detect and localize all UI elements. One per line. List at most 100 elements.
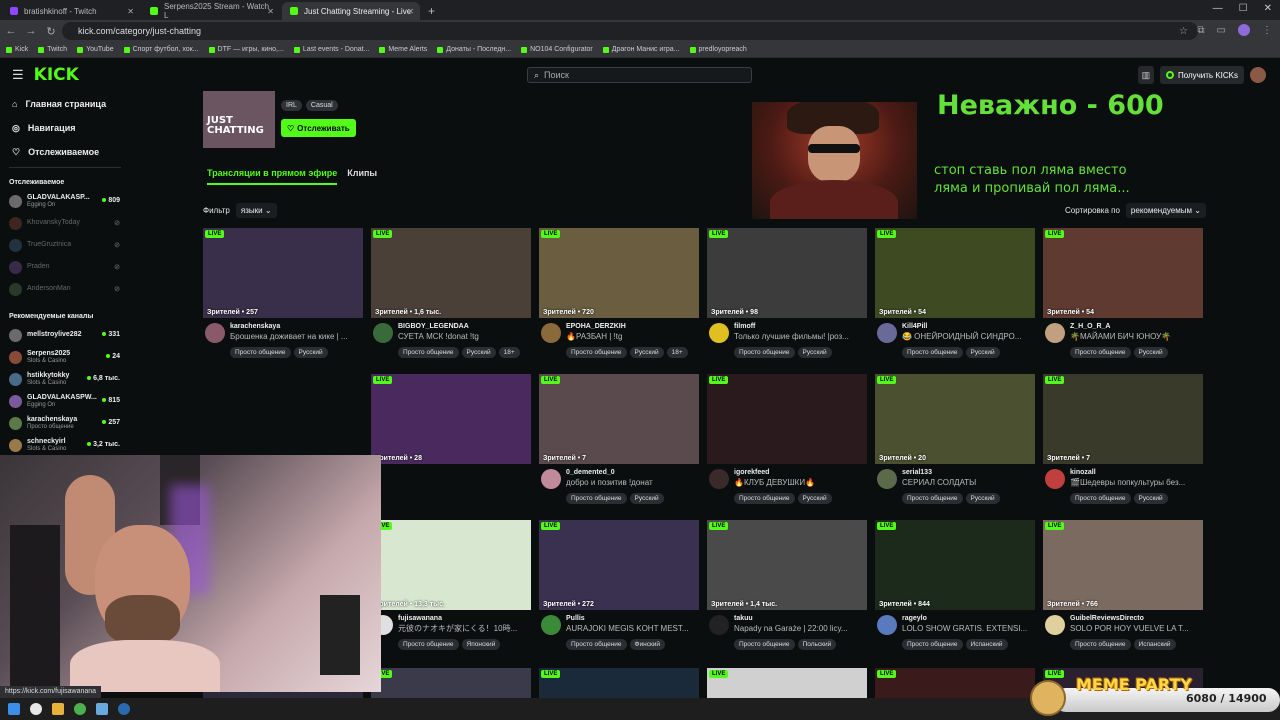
tag-chip[interactable]: Просто общение xyxy=(734,639,795,650)
stream-thumbnail[interactable]: LIVE Зрителей • 766 xyxy=(1043,520,1203,610)
stream-thumbnail[interactable]: LIVE Зрителей • 54 xyxy=(1043,228,1203,318)
stream-title[interactable]: Только лучшие фильмы! |роз... xyxy=(734,331,867,342)
tag-chip[interactable]: Просто общение xyxy=(566,639,627,650)
streamer-name[interactable]: rageylo xyxy=(902,614,1035,623)
close-window-icon[interactable]: ✕ xyxy=(1264,3,1272,14)
tag-chip[interactable]: Просто общение xyxy=(902,347,963,358)
sidebar-channel[interactable]: karachenskaya Просто общение 257 xyxy=(0,412,130,434)
stream-card[interactable]: LIVE Зрителей • 28 xyxy=(371,374,531,464)
tag-chip[interactable]: Финский xyxy=(629,639,666,650)
stream-title[interactable]: 🔥КЛУБ ДЕВУШКИ🔥 xyxy=(734,477,867,488)
avatar[interactable] xyxy=(373,323,393,343)
stream-title[interactable]: SOLO POR HOY VUELVE LA T... xyxy=(1070,623,1203,634)
stream-thumbnail[interactable]: LIVE Зрителей • 13,3 тыс. xyxy=(371,520,531,610)
menu-dots-icon[interactable]: ⋮ xyxy=(1262,25,1272,36)
stream-card[interactable]: LIVE Зрителей • 54 Z_H_O_R_A 🌴МАЙАМИ БИЧ ЮН… xyxy=(1043,228,1203,358)
tag-chip[interactable]: Русский xyxy=(461,347,496,358)
tag-chip[interactable]: Русский xyxy=(1133,347,1168,358)
streamer-name[interactable]: GuibelReviewsDirecto xyxy=(1070,614,1203,623)
tag-chip[interactable]: Русский xyxy=(797,493,832,504)
avatar[interactable] xyxy=(1045,469,1065,489)
profile-avatar[interactable] xyxy=(1238,24,1250,36)
stream-title[interactable]: 😂 ОНЕЙРОИДНЫЙ СИНДРО... xyxy=(902,331,1035,342)
bookmark-item[interactable]: Спорт футбол, хок... xyxy=(123,46,199,53)
tag-chip[interactable]: Русский xyxy=(1133,493,1168,504)
notepad-icon[interactable] xyxy=(96,703,108,715)
kick-logo[interactable]: KICK xyxy=(34,65,79,85)
avatar[interactable] xyxy=(541,469,561,489)
streamer-name[interactable]: kinozall xyxy=(1070,468,1203,477)
stream-title[interactable]: LOLO SHOW GRATIS. EXTENSI... xyxy=(902,623,1035,634)
tag-chip[interactable]: Испанский xyxy=(1133,639,1176,650)
tag-chip[interactable]: 18+ xyxy=(666,347,688,358)
stream-thumbnail[interactable]: LIVE xyxy=(875,668,1035,698)
stream-thumbnail[interactable]: LIVE Зрителей • 1,4 тыс. xyxy=(707,520,867,610)
tag-chip[interactable]: Просто общение xyxy=(734,493,795,504)
bookmark-item[interactable]: YouTube xyxy=(77,46,114,53)
sidebar-item-home[interactable]: ⌂ Главная страница xyxy=(0,92,130,116)
stream-card[interactable]: LIVE Зрителей • 7 kinozall 🎬Шедевры попкуль… xyxy=(1043,374,1203,504)
yandex-browser-icon[interactable] xyxy=(30,703,42,715)
steam-icon[interactable] xyxy=(118,703,130,715)
user-avatar[interactable] xyxy=(1250,67,1266,83)
stream-card[interactable]: LIVE Зрителей • 54 Kill4Pill 😂 ОНЕЙРОИДНЫЙ … xyxy=(875,228,1035,358)
streamer-dashboard-icon[interactable]: ▥ xyxy=(1137,66,1154,84)
stream-thumbnail[interactable]: LIVE Зрителей • 28 xyxy=(371,374,531,464)
tag-chip[interactable]: Русский xyxy=(965,493,1000,504)
avatar[interactable] xyxy=(709,323,729,343)
sidebar-channel[interactable]: hstikkytokky Slots & Casino 6,8 тыс. xyxy=(0,368,130,390)
streamer-name[interactable]: BIGBOY_LEGENDAA xyxy=(398,322,531,331)
url-field[interactable]: kick.com/category/just-chatting ☆ xyxy=(62,22,1198,40)
tag-chip[interactable]: Просто общение xyxy=(734,347,795,358)
avatar[interactable] xyxy=(877,469,897,489)
streamer-name[interactable]: fujisawanana xyxy=(398,614,531,623)
streamer-name[interactable]: ЕРОНА_DERZKIH xyxy=(566,322,699,331)
tag-chip[interactable]: Просто общение xyxy=(398,347,459,358)
stream-thumbnail[interactable]: LIVE xyxy=(707,374,867,464)
streamer-name[interactable]: Pullis xyxy=(566,614,699,623)
streamer-name[interactable]: karachenskaya xyxy=(230,322,363,331)
stream-card[interactable]: LIVE Зрителей • 13,3 тыс. fujisawanana 元彼のナ… xyxy=(371,520,531,650)
sidebar-channel[interactable]: mellstroylive282 331 xyxy=(0,324,130,346)
close-icon[interactable]: ✕ xyxy=(127,7,134,16)
bookmark-item[interactable]: Meme Alerts xyxy=(379,46,427,53)
tag-chip[interactable]: Русский xyxy=(629,493,664,504)
stream-card[interactable]: LIVE Зрителей • 257 karachenskaya Брошенка … xyxy=(203,228,363,358)
sidebar-channel[interactable]: schneckyirl Slots & Casino 3,2 тыс. xyxy=(0,434,130,456)
bookmark-item[interactable]: Донаты - Последн... xyxy=(437,46,511,53)
stream-thumbnail[interactable]: LIVE Зрителей • 7 xyxy=(1043,374,1203,464)
tab-live-streams[interactable]: Трансляции в прямом эфире xyxy=(207,168,338,185)
stream-title[interactable]: Брошенка доживает на кике | ... xyxy=(230,331,363,342)
browser-tab-twitch[interactable]: bratishkinoff - Twitch ✕ xyxy=(2,2,140,20)
streamer-name[interactable]: serial133 xyxy=(902,468,1035,477)
tag-chip[interactable]: Испанский xyxy=(965,639,1008,650)
tag-chip[interactable]: Casual xyxy=(305,100,338,111)
stream-card[interactable]: LIVE Зрителей • 7 0_demented_0 добро и пози… xyxy=(539,374,699,504)
stream-title[interactable]: 🎬Шедевры попкультуры без... xyxy=(1070,477,1203,488)
tag-chip[interactable]: Русский xyxy=(965,347,1000,358)
sidepanel-icon[interactable]: ▭ xyxy=(1217,25,1226,36)
stream-thumbnail[interactable]: LIVE Зрителей • 98 xyxy=(707,228,867,318)
streamer-name[interactable]: takuu xyxy=(734,614,867,623)
get-kicks-button[interactable]: Получить KICKs xyxy=(1159,66,1244,84)
close-icon[interactable]: ✕ xyxy=(267,7,274,16)
sidebar-item-browse[interactable]: ◎ Навигация xyxy=(0,116,130,140)
sidebar-channel[interactable]: GLADVALAKASP... Egging On 809 xyxy=(0,190,130,212)
browser-tab-serpens[interactable]: Serpens2025 Stream - Watch L ✕ xyxy=(142,2,280,20)
streamer-name[interactable]: Z_H_O_R_A xyxy=(1070,322,1203,331)
bookmark-star-icon[interactable]: ☆ xyxy=(1179,26,1188,37)
avatar[interactable] xyxy=(541,323,561,343)
tag-chip[interactable]: Русский xyxy=(629,347,664,358)
tag-chip[interactable]: Просто общение xyxy=(1070,347,1131,358)
stream-thumbnail[interactable]: LIVE Зрителей • 844 xyxy=(875,520,1035,610)
stream-card[interactable]: LIVE Зрителей • 98 filmoff Только лучшие фи… xyxy=(707,228,867,358)
bookmark-item[interactable]: Last events - Donat... xyxy=(293,46,369,53)
back-icon[interactable]: ← xyxy=(2,25,20,37)
follow-category-button[interactable]: ♡ Отслеживать xyxy=(281,119,356,137)
stream-thumbnail[interactable]: LIVE Зрителей • 1,6 тыс. xyxy=(371,228,531,318)
stream-thumbnail[interactable]: LIVE xyxy=(371,668,531,698)
tag-chip[interactable]: 18+ xyxy=(498,347,520,358)
tag-chip[interactable]: Просто общение xyxy=(1070,493,1131,504)
minimize-icon[interactable]: — xyxy=(1213,3,1223,14)
stream-thumbnail[interactable]: LIVE Зрителей • 272 xyxy=(539,520,699,610)
